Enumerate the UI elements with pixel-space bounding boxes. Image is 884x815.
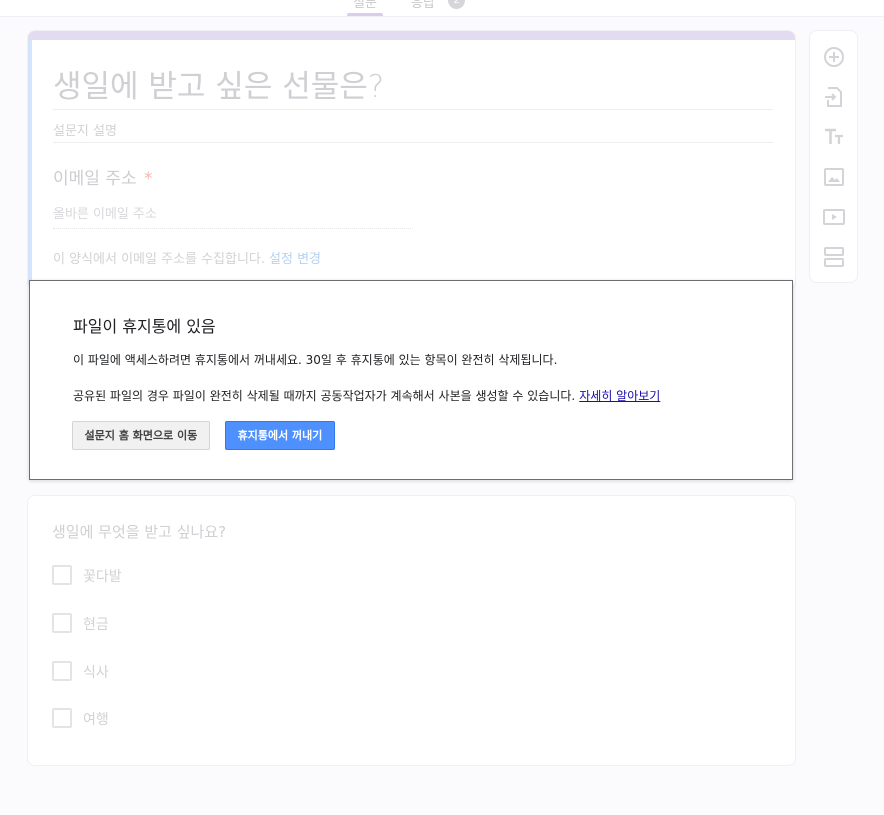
- title-underline: [53, 109, 773, 110]
- description-underline: [53, 142, 773, 143]
- option-label: 식사: [83, 665, 109, 681]
- email-question-label: 이메일 주소 *: [53, 164, 153, 189]
- dialog-message: 이 파일에 액세스하려면 휴지통에서 꺼내세요. 30일 후 휴지통에 있는 항…: [73, 353, 558, 367]
- checkbox[interactable]: [52, 708, 72, 728]
- checkbox[interactable]: [52, 565, 72, 585]
- dialog-message-shared: 공유된 파일의 경우 파일이 완전히 삭제될 때까지 공동작업자가 계속해서 사…: [73, 387, 660, 404]
- question-card[interactable]: 생일에 무엇을 받고 싶나요? 꽃다발 현금 식사 여행: [27, 495, 796, 766]
- form-title-card: 생일에 받고 싶은 선물은? 설문지 설명 이메일 주소 * 올바른 이메일 주…: [27, 30, 796, 290]
- learn-more-link[interactable]: 자세히 알아보기: [579, 389, 660, 403]
- required-asterisk: *: [144, 169, 153, 189]
- import-questions-icon[interactable]: [822, 85, 846, 109]
- question-title: 생일에 무엇을 받고 싶나요?: [52, 523, 227, 541]
- tab-responses[interactable]: 응답: [411, 0, 435, 11]
- option-label: 여행: [83, 712, 109, 728]
- add-question-icon[interactable]: [822, 45, 846, 69]
- form-color-accent: [28, 31, 795, 40]
- response-count-badge: 2: [448, 0, 465, 9]
- option-label: 현금: [83, 617, 109, 633]
- top-tab-bar: 질문 응답 2: [0, 0, 884, 17]
- option-label: 꽃다발: [83, 569, 122, 585]
- add-image-icon[interactable]: [822, 165, 846, 189]
- form-description-field[interactable]: 설문지 설명: [53, 120, 117, 139]
- add-title-icon[interactable]: [822, 125, 846, 149]
- email-label-text: 이메일 주소: [53, 169, 137, 189]
- active-tab-indicator: [347, 13, 383, 16]
- email-input-placeholder: 올바른 이메일 주소: [53, 207, 157, 222]
- tab-questions[interactable]: 질문: [349, 0, 381, 11]
- collect-note-text: 이 양식에서 이메일 주소를 수집합니다.: [53, 252, 266, 267]
- checkbox[interactable]: [52, 661, 72, 681]
- active-card-indicator: [28, 40, 32, 289]
- email-input-underline: [53, 228, 413, 229]
- dialog-title: 파일이 휴지통에 있음: [73, 317, 216, 336]
- go-to-forms-home-button[interactable]: 설문지 홈 화면으로 이동: [72, 421, 210, 450]
- restore-from-trash-button[interactable]: 휴지통에서 꺼내기: [225, 421, 335, 450]
- email-collection-note: 이 양식에서 이메일 주소를 수집합니다. 설정 변경: [53, 248, 321, 267]
- add-section-icon[interactable]: [822, 245, 846, 269]
- form-title[interactable]: 생일에 받고 싶은 선물은?: [53, 61, 384, 106]
- shared-note-text: 공유된 파일의 경우 파일이 완전히 삭제될 때까지 공동작업자가 계속해서 사…: [73, 389, 576, 403]
- checkbox[interactable]: [52, 613, 72, 633]
- add-video-icon[interactable]: [822, 205, 846, 229]
- file-in-trash-dialog: 파일이 휴지통에 있음 이 파일에 액세스하려면 휴지통에서 꺼내세요. 30일…: [29, 280, 793, 480]
- floating-toolbar: [809, 30, 858, 283]
- change-settings-link[interactable]: 설정 변경: [269, 252, 321, 267]
